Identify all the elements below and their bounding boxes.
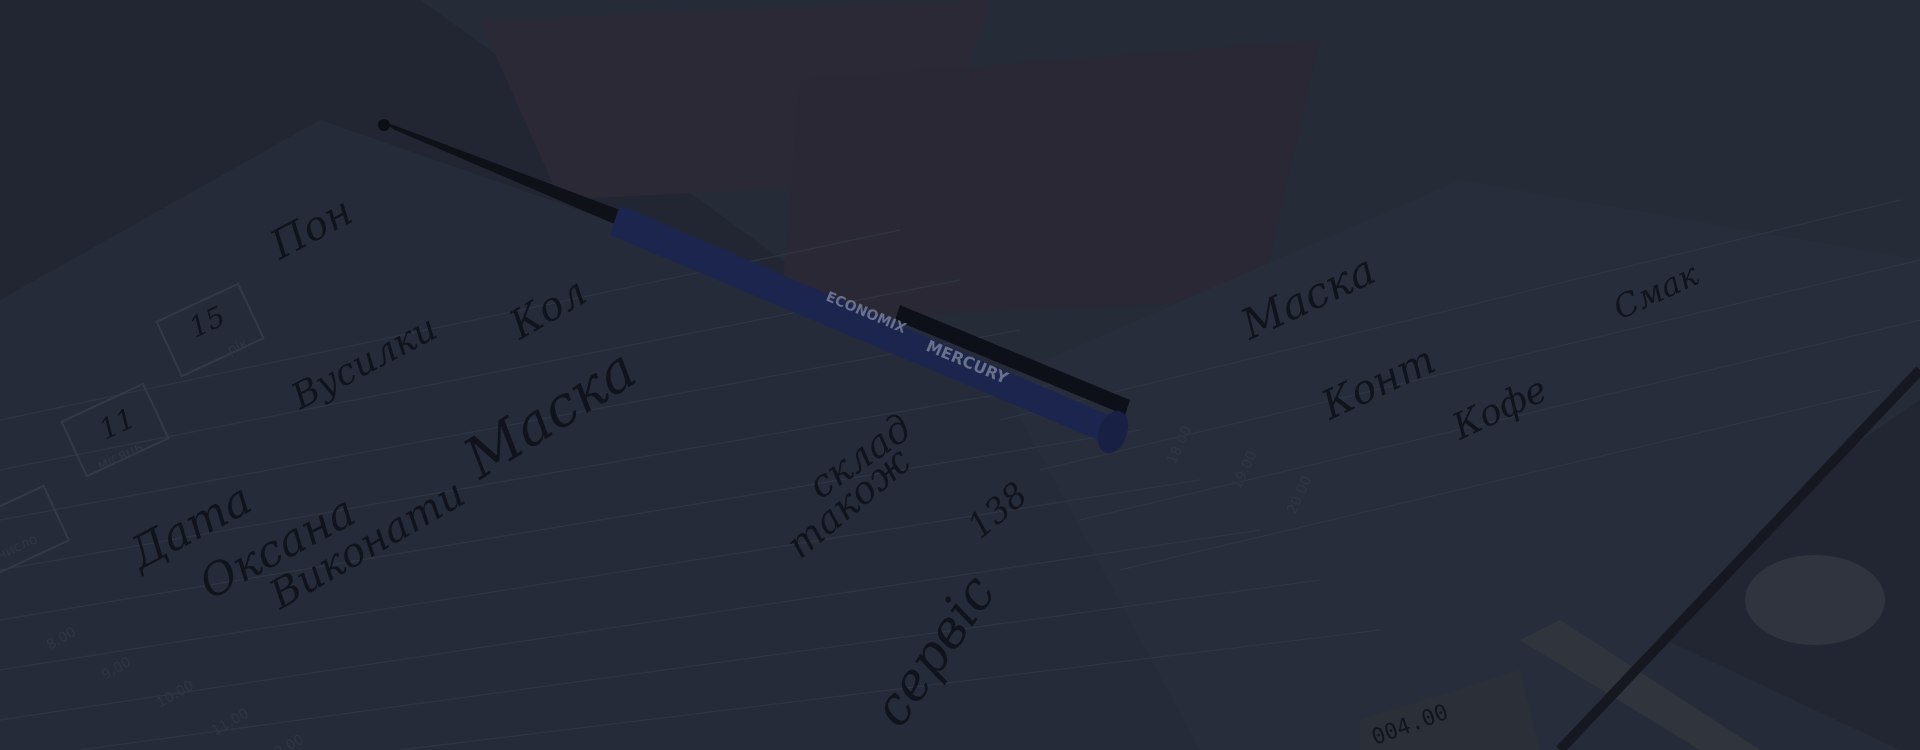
hero-background: число місяць 11 рік 15 8.00 9.00 10.00 1… bbox=[0, 0, 1920, 750]
bottle-cap bbox=[1745, 555, 1885, 645]
pen-tip bbox=[378, 119, 390, 131]
notebook-photo: число місяць 11 рік 15 8.00 9.00 10.00 1… bbox=[0, 0, 1920, 750]
